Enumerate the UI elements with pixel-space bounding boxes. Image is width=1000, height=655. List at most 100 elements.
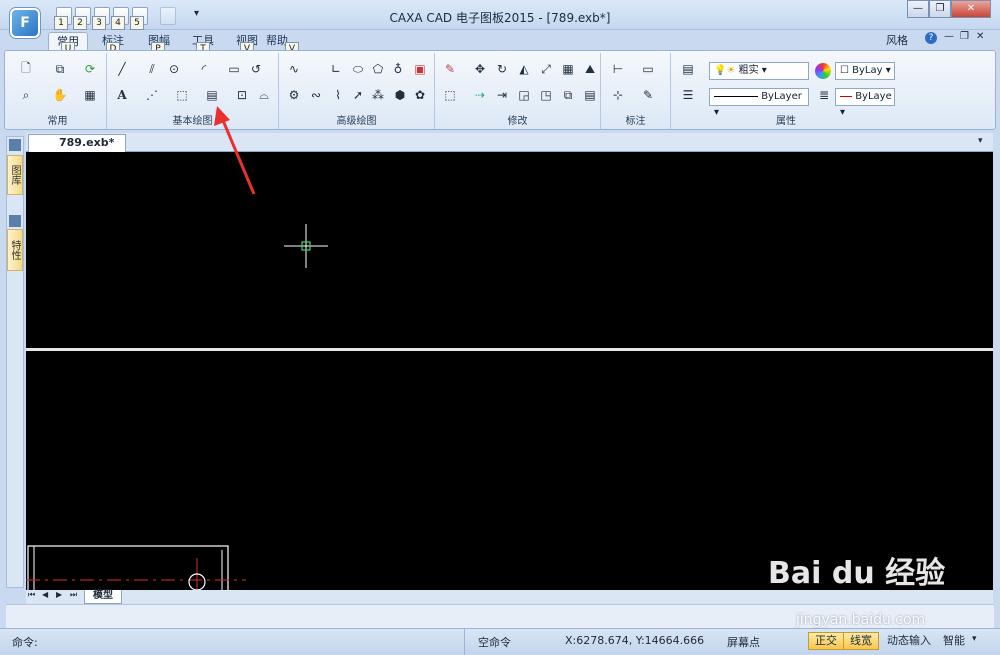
group-properties: ▤ 💡☀ 粗实 ▾ ☐ ByLay ▾ ☰ ByLayer ▾ ≣ ByLaye… bbox=[671, 53, 901, 129]
qat-key-badge: 3 bbox=[92, 16, 106, 30]
document-tab[interactable]: 789.exb* × bbox=[28, 134, 126, 165]
group-advanced-draw: ∿ ∟ ⬭ ⬠ ♁ ▣ ⚙ ∾ ⌇ ➚ ⁂ ⬢ ✿ 高级绘图 bbox=[279, 53, 435, 129]
color-combo[interactable]: ☐ ByLay ▾ bbox=[835, 62, 895, 80]
coordinate-dimension-icon[interactable]: ⊹ bbox=[609, 87, 627, 103]
smart-snap-toggle[interactable]: 智能 bbox=[936, 632, 972, 650]
line-icon[interactable]: ╱ bbox=[113, 61, 131, 77]
flower-icon[interactable]: ✿ bbox=[411, 87, 429, 103]
layer-manager-icon[interactable]: ▤ bbox=[679, 61, 697, 77]
drawing-canvas-top[interactable] bbox=[26, 152, 993, 349]
linetype-icon[interactable]: ☰ bbox=[679, 87, 697, 103]
last-layout-icon[interactable]: ⏭ bbox=[70, 590, 77, 600]
restore-button[interactable]: ❐ bbox=[929, 0, 951, 18]
app-menu-button[interactable]: F bbox=[10, 8, 40, 38]
group-annotate: ⊢ ▭ ⊹ ✎ 标注 bbox=[601, 53, 671, 129]
gear-icon[interactable]: ⚙ bbox=[285, 87, 303, 103]
zoom-icon[interactable]: ⌕ bbox=[17, 87, 35, 103]
text-icon[interactable]: A bbox=[113, 87, 131, 103]
move-icon[interactable]: ✥ bbox=[471, 61, 489, 77]
ortho-toggle[interactable]: 正交 bbox=[808, 632, 844, 650]
lineweight-toggle[interactable]: 线宽 bbox=[843, 632, 879, 650]
select-icon[interactable]: ⬚ bbox=[441, 87, 459, 103]
edit-dimension-icon[interactable]: ✎ bbox=[639, 87, 657, 103]
array-icon[interactable]: ▦ bbox=[559, 61, 577, 77]
qat-key-badge: 5 bbox=[130, 16, 144, 30]
chamfer-icon[interactable]: ◳ bbox=[537, 87, 555, 103]
ribbon-panel: 🗋 ⧉ ⟳ ⌕ ✋ ▦ 常用 ╱ ⫽ ⊙ ◜ ▭ ↺ A ⋰ ⬚ ▤ ⊡ ⌓ 基… bbox=[4, 50, 996, 130]
help-icon[interactable]: ? bbox=[925, 32, 937, 44]
balloon-icon[interactable]: ♁ bbox=[389, 61, 407, 77]
rectangle-icon[interactable]: ▭ bbox=[225, 61, 243, 77]
first-layout-icon[interactable]: ⏮ bbox=[28, 590, 35, 600]
drawing-geometry[interactable] bbox=[26, 540, 256, 590]
text-box-icon[interactable]: ▭ bbox=[639, 61, 657, 77]
trim-icon[interactable]: ⇢ bbox=[471, 87, 489, 103]
bulb-icon: 💡☀ bbox=[714, 65, 736, 76]
prev-layout-icon[interactable]: ◀ bbox=[42, 590, 48, 599]
group-label: 修改 bbox=[507, 116, 528, 127]
linetype-combo[interactable]: ByLayer ▾ bbox=[709, 88, 809, 118]
layout-tab-model[interactable]: 模型 bbox=[84, 590, 122, 604]
extend-icon[interactable]: ⇥ bbox=[493, 87, 511, 103]
circle-icon[interactable]: ⊙ bbox=[165, 61, 183, 77]
parallel-line-icon[interactable]: ⫽ bbox=[143, 61, 161, 77]
dynamic-input-toggle[interactable]: 动态输入 bbox=[880, 632, 938, 650]
fillet-icon[interactable]: ◲ bbox=[515, 87, 533, 103]
pan-icon[interactable]: ✋ bbox=[51, 87, 69, 103]
axis-icon[interactable]: ∟ bbox=[327, 61, 345, 77]
arc-icon[interactable]: ◜ bbox=[195, 61, 213, 77]
baidu-watermark-url: jingyan.baidu.com bbox=[796, 612, 926, 628]
group-label: 标注 bbox=[625, 116, 646, 127]
properties-panel-icon bbox=[9, 215, 21, 227]
rotate-icon[interactable]: ↻ bbox=[493, 61, 511, 77]
hole-icon[interactable]: ⁂ bbox=[369, 87, 387, 103]
qat-customize-icon[interactable]: ▾ bbox=[194, 8, 199, 19]
side-tab-library[interactable]: 图库 bbox=[7, 155, 23, 195]
scale-icon[interactable]: ⤢ bbox=[537, 61, 555, 77]
curve-icon[interactable]: ∿ bbox=[285, 61, 303, 77]
arrow-icon[interactable]: ➚ bbox=[349, 87, 367, 103]
doc-close-icon[interactable]: ✕ bbox=[976, 31, 984, 42]
close-button[interactable]: ✕ bbox=[951, 0, 991, 18]
refresh-icon[interactable]: ⟳ bbox=[81, 61, 99, 77]
command-prompt[interactable]: 命令: bbox=[12, 634, 38, 650]
erase-icon[interactable]: ✎ bbox=[441, 61, 459, 77]
side-panel: 图库 特性 bbox=[6, 136, 24, 588]
wave-icon[interactable]: ∾ bbox=[307, 87, 325, 103]
new-page-icon[interactable]: 🗋 bbox=[17, 61, 35, 77]
explode-icon[interactable]: ▤ bbox=[581, 87, 599, 103]
snap-mode[interactable]: 屏幕点 bbox=[727, 634, 760, 650]
mirror-icon[interactable]: ◭ bbox=[515, 61, 533, 77]
baidu-watermark: Bai du 经验 bbox=[768, 556, 946, 591]
copy-icon[interactable]: ⧉ bbox=[51, 61, 69, 77]
offset-icon[interactable]: ⧉ bbox=[559, 87, 577, 103]
crosshair-cursor bbox=[284, 224, 328, 268]
dimension-icon[interactable]: ⊢ bbox=[609, 61, 627, 77]
hatch-icon[interactable]: ⬚ bbox=[173, 87, 191, 103]
properties-icon[interactable]: ▦ bbox=[81, 87, 99, 103]
doc-minimize-icon[interactable]: — bbox=[944, 31, 954, 42]
lineweight-icon[interactable]: ≣ bbox=[815, 87, 833, 103]
document-tab-strip bbox=[26, 133, 993, 152]
minimize-button[interactable]: — bbox=[907, 0, 929, 18]
ellipse-icon[interactable]: ⬭ bbox=[349, 61, 367, 77]
next-layout-icon[interactable]: ▶ bbox=[56, 590, 62, 599]
layer-combo[interactable]: 💡☀ 粗实 ▾ bbox=[709, 62, 809, 80]
redo-icon[interactable] bbox=[160, 7, 176, 25]
break-line-icon[interactable]: ⌇ bbox=[329, 87, 347, 103]
color-swatch-icon: ☐ bbox=[840, 65, 849, 76]
lineweight-combo[interactable]: ByLaye ▾ bbox=[835, 88, 895, 118]
side-tab-properties[interactable]: 特性 bbox=[7, 229, 23, 271]
tab-overflow-icon[interactable]: ▾ bbox=[978, 136, 983, 146]
status-bar: 命令: 空命令 X:6278.674, Y:14664.666 屏幕点 正交 线… bbox=[0, 628, 1000, 655]
table-icon[interactable]: ▣ bbox=[411, 61, 429, 77]
centerline-icon[interactable]: ⋰ bbox=[143, 87, 161, 103]
nut-icon[interactable]: ⬢ bbox=[391, 87, 409, 103]
smart-dropdown-icon[interactable]: ▾ bbox=[972, 634, 977, 644]
color-wheel-icon[interactable] bbox=[815, 63, 831, 79]
doc-restore-icon[interactable]: ❐ bbox=[960, 31, 969, 42]
spline-icon[interactable]: ↺ bbox=[247, 61, 265, 77]
stretch-icon[interactable]: ⛰ bbox=[581, 61, 599, 77]
style-menu[interactable]: 风格 bbox=[886, 32, 908, 48]
polygon-icon[interactable]: ⬠ bbox=[369, 61, 387, 77]
